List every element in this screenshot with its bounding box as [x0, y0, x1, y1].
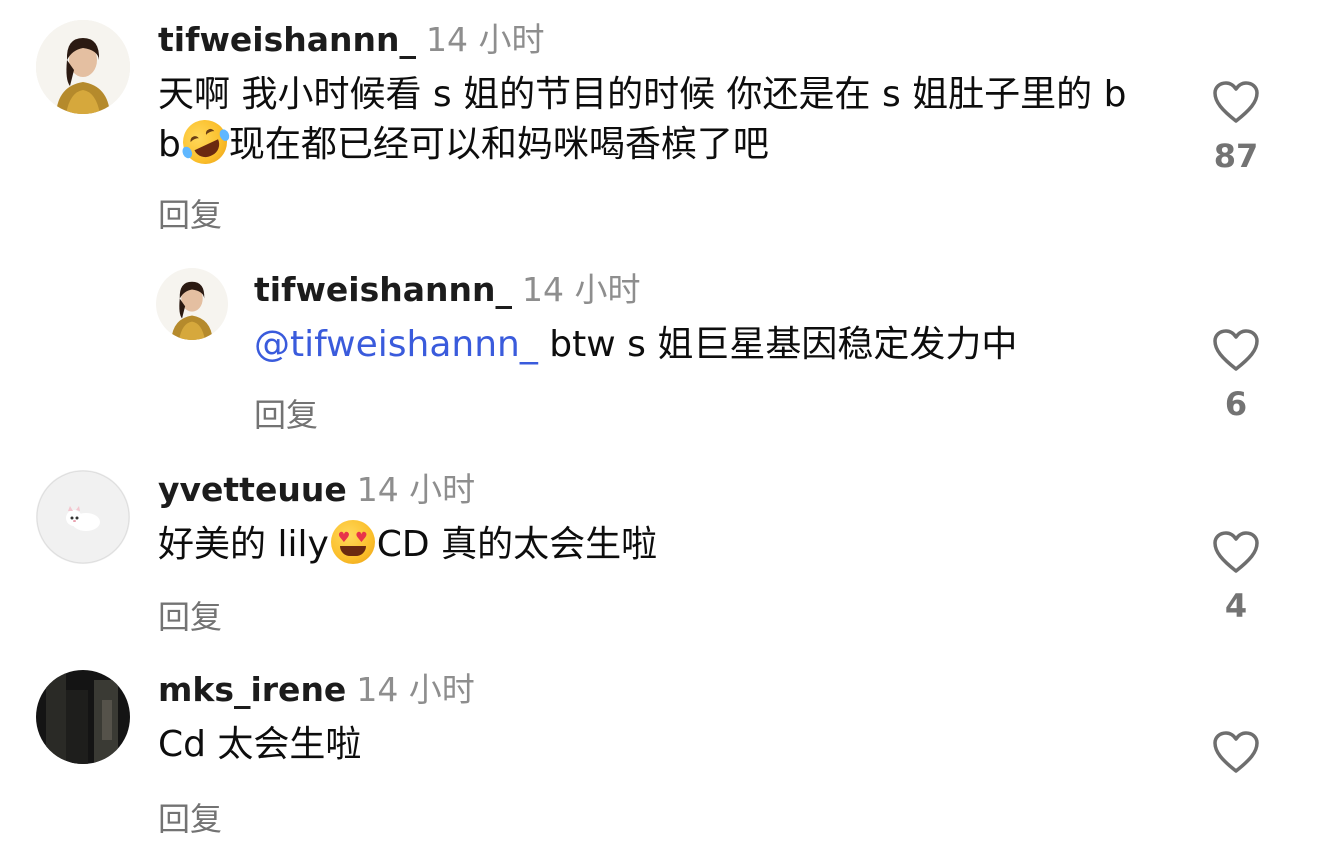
like-count: 4 [1224, 587, 1248, 625]
comment-item: yvetteuue 14 小时 好美的 lily ♥ ♥ CD 真的太会生啦 回复 4 [0, 460, 1320, 660]
avatar[interactable] [156, 268, 228, 340]
comment-text-part: CD 真的太会生啦 [376, 524, 658, 565]
comment-text: 天啊 我小时候看 s 姐的节目的时候 你还是在 s 姐肚子里的 bb 现在都已经可… [158, 70, 1138, 172]
like-button[interactable] [1206, 730, 1266, 774]
comment-text: 好美的 lily ♥ ♥ CD 真的太会生啦 [158, 520, 1158, 570]
reply-button[interactable]: 回复 [158, 190, 222, 236]
like-button[interactable]: 6 [1206, 328, 1266, 422]
comment-item: tifweishannn_ 14 小时 天啊 我小时候看 s 姐的节目的时候 你还… [0, 0, 1320, 240]
rolling-on-floor-laughing-emoji [175, 112, 235, 172]
reply-button[interactable]: 回复 [158, 592, 222, 638]
like-count: 6 [1224, 385, 1248, 423]
username[interactable]: tifweishannn_ [158, 20, 416, 59]
heart-icon [1213, 329, 1259, 371]
comment-text: Cd 太会生啦 [158, 724, 362, 765]
reply-button[interactable]: 回复 [158, 794, 222, 840]
comment-header: tifweishannn_ 14 小时 [254, 270, 1154, 310]
comment-text-part: 现在都已经可以和妈咪喝香槟了吧 [228, 124, 769, 165]
like-button[interactable]: 4 [1206, 530, 1266, 624]
heart-icon [1213, 531, 1259, 573]
username[interactable]: mks_irene [158, 670, 346, 709]
comment-text-part: btw s 姐巨星基因稳定发力中 [537, 324, 1018, 365]
timestamp: 14 小时 [426, 20, 545, 59]
comment-header: yvetteuue 14 小时 [158, 470, 1158, 510]
comment-item: tifweishannn_ 14 小时 @tifweishannn_ btw s … [0, 240, 1320, 460]
heart-eyes-emoji: ♥ ♥ [330, 520, 375, 564]
avatar[interactable] [36, 20, 130, 114]
reply-button[interactable]: 回复 [254, 390, 318, 436]
comment-text-part: 好美的 lily [158, 524, 329, 565]
comment-item: mks_irene 14 小时 Cd 太会生啦 回复 [0, 660, 1320, 854]
username[interactable]: yvetteuue [158, 470, 347, 509]
heart-icon [1213, 731, 1259, 773]
comment-header: tifweishannn_ 14 小时 [158, 20, 1158, 60]
mention-link[interactable]: @tifweishannn_ [254, 324, 538, 365]
timestamp: 14 小时 [356, 670, 475, 709]
timestamp: 14 小时 [356, 470, 476, 509]
comment-text: @tifweishannn_ btw s 姐巨星基因稳定发力中 [254, 320, 1154, 370]
avatar[interactable] [36, 470, 130, 564]
avatar[interactable] [36, 670, 130, 764]
heart-icon [1213, 81, 1259, 123]
username[interactable]: tifweishannn_ [254, 270, 512, 309]
like-count: 87 [1213, 137, 1259, 175]
comment-header: mks_irene 14 小时 [158, 670, 1158, 710]
timestamp: 14 小时 [522, 270, 641, 309]
like-button[interactable]: 87 [1206, 80, 1266, 174]
